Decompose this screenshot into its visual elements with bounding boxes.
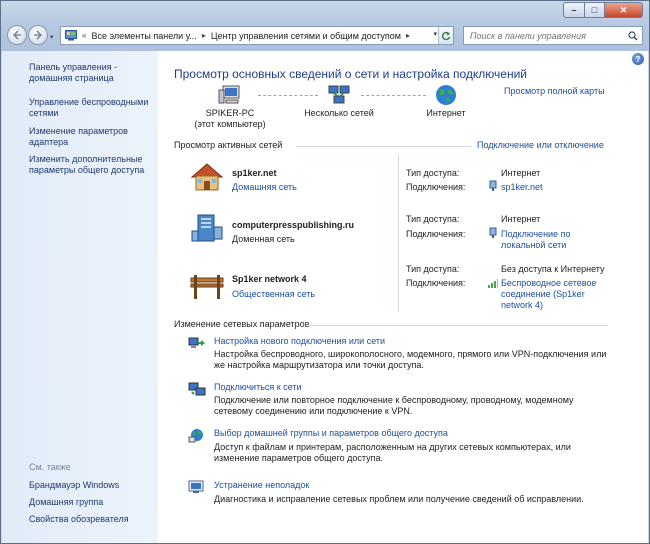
window-controls: – □ ✕ — [563, 2, 643, 18]
refresh-button[interactable] — [438, 27, 453, 44]
forward-arrow-icon — [34, 30, 43, 40]
map-computer: SPIKER-PC (этот компьютер) — [184, 84, 276, 130]
home-network-icon — [190, 163, 224, 191]
task-description: Настройка беспроводного, широкополосного… — [214, 349, 607, 370]
see-also-firewall[interactable]: Брандмауэр Windows — [29, 480, 155, 491]
address-bar[interactable]: « Все элементы панели у... ▸ Центр управ… — [60, 26, 454, 45]
access-type-value: Интернет — [501, 214, 541, 224]
network-type: Доменная сеть — [232, 234, 295, 244]
access-type-value: Интернет — [501, 168, 541, 178]
computer-name: SPIKER-PC — [205, 108, 255, 118]
internet-label: Интернет — [426, 108, 466, 118]
network-name: sp1ker.net — [232, 168, 277, 178]
task-description: Диагностика и исправление сетевых пробле… — [214, 494, 584, 504]
network-name: Sp1ker network 4 — [232, 274, 307, 284]
see-also-internet-options[interactable]: Свойства обозревателя — [29, 514, 155, 525]
connect-disconnect-link[interactable]: Подключение или отключение — [477, 140, 604, 150]
task-link-connect[interactable]: Подключиться к сети — [214, 382, 302, 392]
search-icon — [628, 31, 638, 41]
breadcrumb-network-center[interactable]: Центр управления сетями и общим доступом — [208, 31, 404, 41]
back-arrow-icon — [12, 30, 21, 40]
minimize-button[interactable]: – — [563, 2, 585, 18]
refresh-icon — [441, 31, 451, 40]
search-input[interactable] — [464, 27, 624, 44]
section-divider — [308, 325, 608, 326]
main-panel: ? Просмотр основных сведений о сети и на… — [158, 51, 648, 543]
navigation-bar: ▾ « Все элементы панели у... ▸ Центр упр… — [1, 21, 649, 51]
domain-network-icon — [191, 214, 223, 242]
task-description: Подключение или повторное подключение к … — [214, 395, 574, 416]
sidebar: Панель управления - домашняя страница Уп… — [2, 51, 158, 543]
breadcrumb-overflow[interactable]: « — [78, 31, 88, 40]
see-also-homegroup[interactable]: Домашняя группа — [29, 497, 155, 508]
see-also-heading: См. также — [29, 462, 71, 472]
sidebar-link-home[interactable]: Панель управления - домашняя страница — [29, 62, 155, 84]
task-link-troubleshoot[interactable]: Устранение неполадок — [214, 480, 309, 490]
connections-label: Подключения: — [406, 229, 466, 239]
computer-subtitle: (этот компьютер) — [194, 119, 266, 129]
map-internet[interactable]: Интернет — [406, 84, 486, 119]
connection-link[interactable]: Беспроводное сетевое соединение (Sp1ker … — [501, 278, 601, 311]
connections-label: Подключения: — [406, 278, 466, 288]
page-title: Просмотр основных сведений о сети и наст… — [174, 67, 527, 81]
address-dropdown-icon[interactable]: ▾ — [433, 30, 437, 38]
recent-pages-icon[interactable]: ▾ — [50, 33, 54, 41]
access-type-label: Тип доступа: — [406, 168, 460, 178]
change-settings-heading: Изменение сетевых параметров — [174, 319, 310, 329]
globe-icon — [436, 85, 456, 105]
breadcrumb-arrow[interactable]: ▸ — [200, 31, 208, 40]
task-link-new-connection[interactable]: Настройка нового подключения или сети — [214, 336, 385, 346]
new-connection-icon — [188, 337, 205, 348]
active-networks-heading: Просмотр активных сетей — [174, 140, 283, 150]
public-network-icon — [190, 275, 224, 299]
sidebar-link-wireless[interactable]: Управление беспроводными сетями — [29, 97, 155, 119]
sidebar-link-sharing[interactable]: Изменить дополнительные параметры общего… — [29, 154, 155, 176]
connections-label: Подключения: — [406, 182, 466, 192]
task-description: Доступ к файлам и принтерам, расположенн… — [214, 442, 571, 463]
maximize-button[interactable]: □ — [585, 2, 605, 18]
breadcrumb-arrow[interactable]: ▸ — [404, 31, 412, 40]
search-button[interactable] — [626, 29, 640, 43]
wireless-signal-icon — [488, 279, 498, 288]
access-type-value: Без доступа к Интернету — [501, 264, 605, 274]
column-divider — [398, 154, 399, 312]
task-link-homegroup[interactable]: Выбор домашней группы и параметров общег… — [214, 428, 448, 438]
search-box[interactable] — [463, 26, 643, 45]
control-panel-icon — [64, 30, 78, 42]
content-area: Панель управления - домашняя страница Уп… — [2, 51, 648, 543]
networks-label: Несколько сетей — [304, 108, 374, 118]
help-icon[interactable]: ? — [632, 53, 644, 65]
ethernet-icon — [489, 180, 497, 191]
network-type-link[interactable]: Общественная сеть — [232, 289, 315, 299]
breadcrumb-all-items[interactable]: Все элементы панели у... — [88, 31, 199, 41]
back-button[interactable] — [7, 25, 27, 45]
connect-network-icon — [188, 382, 206, 396]
forward-button[interactable] — [28, 25, 48, 45]
ethernet-icon — [489, 227, 497, 238]
title-bar: – □ ✕ — [1, 1, 649, 21]
connection-link[interactable]: Подключение по локальной сети — [501, 229, 601, 251]
homegroup-icon — [188, 429, 203, 443]
troubleshoot-icon — [188, 480, 204, 493]
network-type-link[interactable]: Домашняя сеть — [232, 182, 297, 192]
network-name: computerpresspublishing.ru — [232, 220, 355, 230]
map-networks[interactable]: Несколько сетей — [294, 84, 384, 119]
sidebar-link-adapter[interactable]: Изменение параметров адаптера — [29, 126, 155, 148]
full-map-link[interactable]: Просмотр полной карты — [504, 86, 605, 96]
close-button[interactable]: ✕ — [605, 2, 643, 18]
connection-link[interactable]: sp1ker.net — [501, 182, 601, 193]
access-type-label: Тип доступа: — [406, 214, 460, 224]
computer-icon — [218, 85, 240, 104]
access-type-label: Тип доступа: — [406, 264, 460, 274]
control-panel-window: – □ ✕ ▾ « Все элементы панели у... ▸ Цен… — [0, 0, 650, 544]
multiple-networks-icon — [328, 85, 350, 104]
section-divider — [296, 146, 471, 147]
